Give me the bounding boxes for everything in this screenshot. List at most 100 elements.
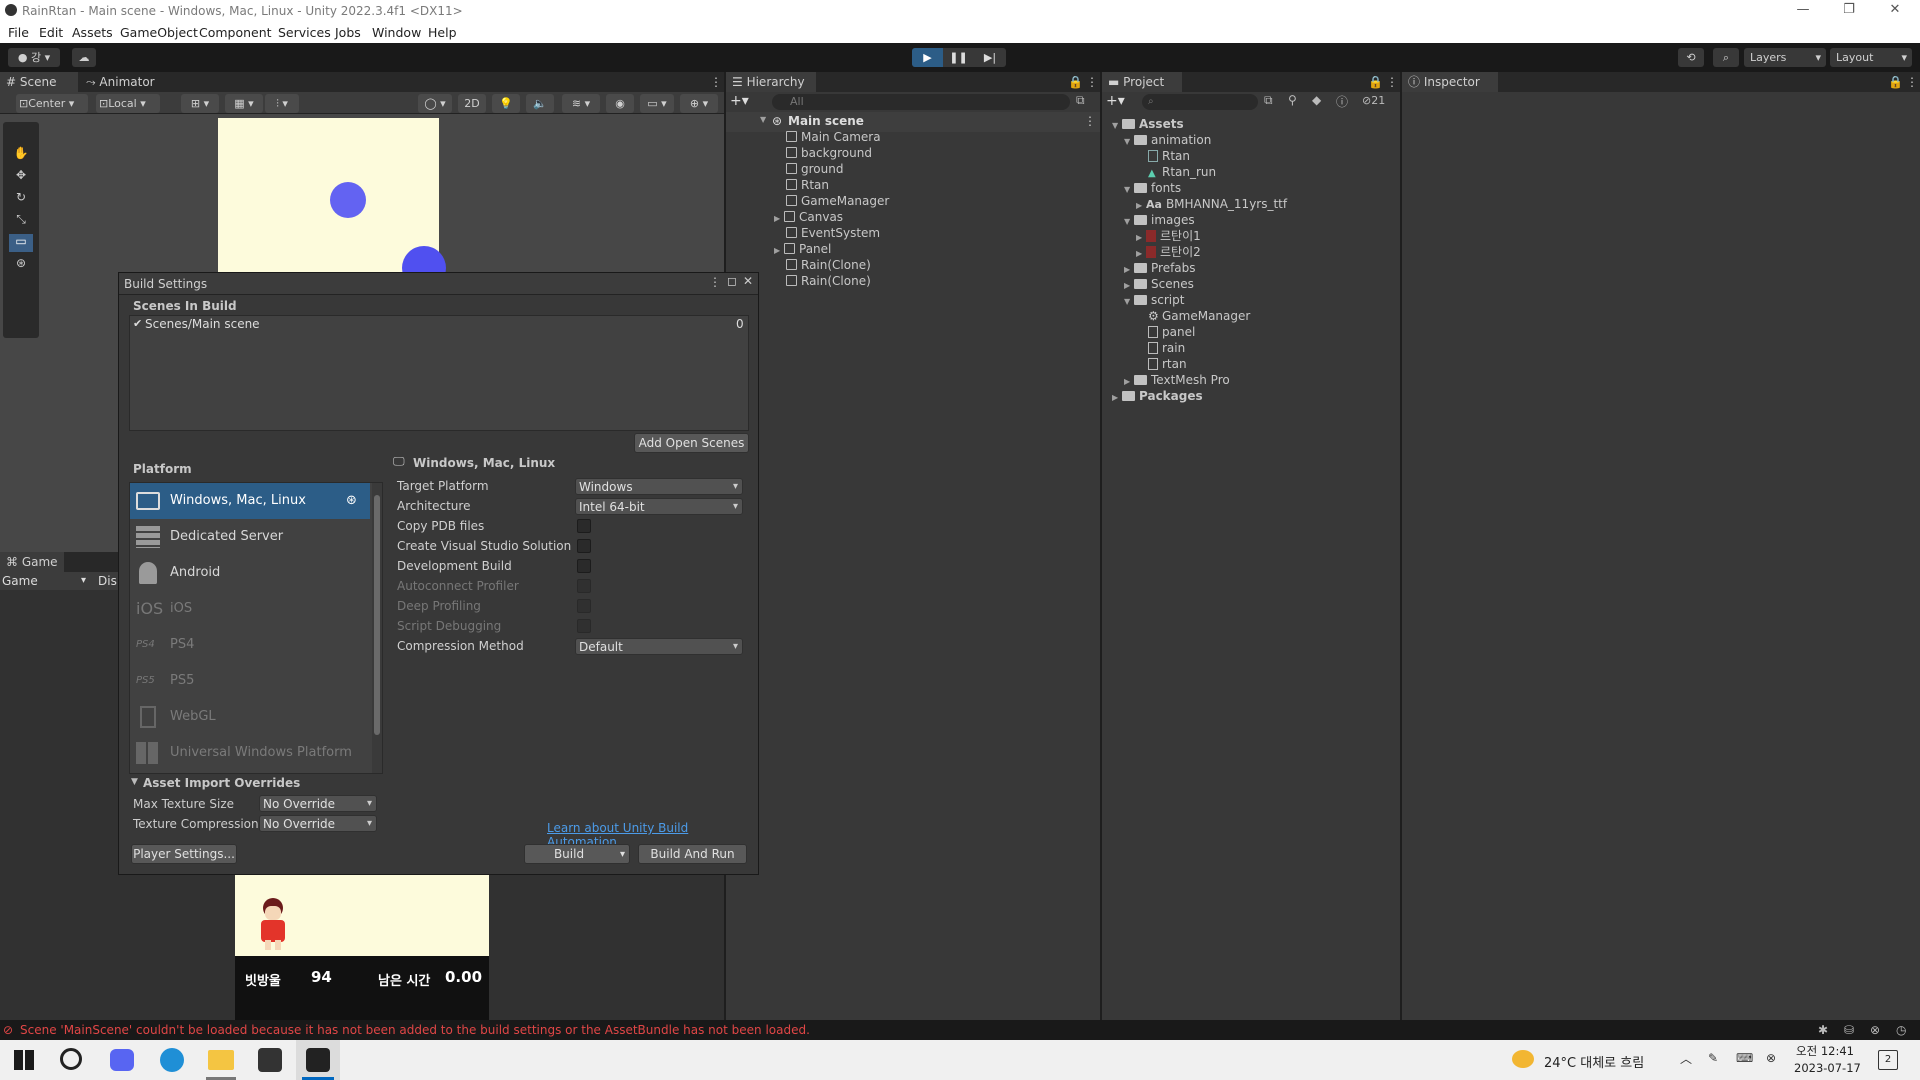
- tree-item[interactable]: Rtan: [1148, 148, 1190, 164]
- architecture-dropdown[interactable]: Intel 64-bit: [575, 498, 743, 515]
- platform-item-dedicated-server[interactable]: Dedicated Server: [130, 519, 370, 555]
- file-explorer-icon[interactable]: [208, 1050, 234, 1070]
- tree-item[interactable]: ▼ Assets: [1112, 116, 1184, 132]
- menu-component[interactable]: Component: [199, 22, 272, 43]
- chevron-up-icon[interactable]: ︿: [1680, 1050, 1692, 1067]
- lighting-status-icon[interactable]: ⊗: [1870, 1020, 1880, 1040]
- clock-date[interactable]: 2023-07-17: [1794, 1061, 1861, 1075]
- lock-icon[interactable]: 🔒: [1362, 72, 1383, 92]
- scene-visibility-icon[interactable]: ⧉: [1076, 93, 1092, 111]
- tab-hierarchy[interactable]: ☰ Hierarchy: [726, 72, 816, 92]
- tree-item[interactable]: ▼ images: [1124, 212, 1195, 228]
- camera-icon[interactable]: ▭ ▾: [640, 94, 674, 113]
- scale-tool-icon[interactable]: ⤡: [9, 212, 33, 230]
- hierarchy-item[interactable]: ▶ Panel: [774, 241, 831, 257]
- space-dropdown[interactable]: ⊡Local ▾: [96, 94, 160, 113]
- search-icon[interactable]: ⌕: [1713, 48, 1739, 67]
- search-by-type-icon[interactable]: ⧉: [1264, 93, 1280, 108]
- layout-dropdown[interactable]: Layout ▾: [1830, 48, 1912, 67]
- menu-assets[interactable]: Assets: [72, 22, 113, 43]
- menu-file[interactable]: File: [8, 22, 29, 43]
- tree-item[interactable]: ▶ 르탄이2: [1136, 244, 1201, 260]
- create-vs-checkbox[interactable]: [577, 539, 591, 553]
- restore-icon[interactable]: ❐: [1826, 0, 1872, 22]
- build-button[interactable]: Build ▾: [524, 844, 630, 864]
- tab-animator[interactable]: ⤳ Animator: [80, 72, 160, 92]
- tree-item[interactable]: ▲ Rtan_run: [1148, 164, 1216, 180]
- build-options-chevron-icon[interactable]: ▾: [620, 845, 625, 864]
- cloud-icon[interactable]: ☁: [72, 48, 96, 67]
- tab-game[interactable]: ⌘ Game: [0, 552, 64, 572]
- progress-icon[interactable]: ◷: [1896, 1020, 1906, 1040]
- hierarchy-search-input[interactable]: All: [772, 94, 1070, 110]
- info-icon[interactable]: ⓘ: [1336, 93, 1352, 110]
- pen-icon[interactable]: ✎: [1708, 1051, 1718, 1065]
- platform-item-webgl[interactable]: WebGL: [130, 699, 370, 735]
- grid-icon[interactable]: ▦ ▾: [225, 94, 263, 113]
- tree-item[interactable]: ⚙ GameManager: [1148, 308, 1250, 324]
- pause-icon[interactable]: ❚❚: [943, 48, 974, 67]
- hidden-objects-icon[interactable]: ◉: [606, 94, 634, 113]
- notification-icon[interactable]: 2: [1878, 1050, 1898, 1070]
- search-icon[interactable]: [60, 1048, 82, 1070]
- dev-build-checkbox[interactable]: [577, 559, 591, 573]
- scene-checkbox-icon[interactable]: ✔: [133, 317, 142, 330]
- menu-gameobject[interactable]: GameObject: [120, 22, 198, 43]
- rect-tool-icon[interactable]: ▭: [9, 234, 33, 252]
- lock-icon[interactable]: 🔒: [1882, 72, 1903, 92]
- edge-icon[interactable]: [160, 1048, 184, 1072]
- deep-profiling-checkbox[interactable]: [577, 599, 591, 613]
- menu-services[interactable]: Services: [278, 22, 331, 43]
- history-icon[interactable]: ⟲: [1678, 48, 1704, 67]
- tree-item[interactable]: rtan: [1148, 356, 1187, 372]
- compression-dropdown[interactable]: Default: [575, 638, 743, 655]
- script-debugging-checkbox[interactable]: [577, 619, 591, 633]
- platform-item-windows[interactable]: Windows, Mac, Linux ⊛: [130, 483, 370, 519]
- hierarchy-item[interactable]: Rtan: [786, 177, 829, 193]
- menu-help[interactable]: Help: [428, 22, 457, 43]
- audio-icon[interactable]: 🔈: [526, 94, 554, 113]
- tree-item[interactable]: rain: [1148, 340, 1185, 356]
- tree-item[interactable]: ▶ 르탄이1: [1136, 228, 1201, 244]
- max-texture-dropdown[interactable]: No Override: [259, 795, 377, 812]
- add-icon[interactable]: +▾: [1106, 93, 1132, 111]
- gizmos-icon[interactable]: ⊕ ▾: [680, 94, 718, 113]
- tab-scene[interactable]: # Scene: [0, 72, 78, 92]
- scene-row[interactable]: ✔ Scenes/Main scene 0: [130, 316, 748, 333]
- label-icon[interactable]: ◆: [1312, 93, 1328, 107]
- target-platform-dropdown[interactable]: Windows: [575, 478, 743, 495]
- discord-icon[interactable]: [110, 1049, 134, 1071]
- play-icon[interactable]: ▶: [912, 48, 943, 67]
- cache-icon[interactable]: ⛁: [1844, 1020, 1854, 1040]
- weather-text[interactable]: 24°C 대체로 흐림: [1544, 1052, 1644, 1071]
- tree-item[interactable]: ▼ script: [1124, 292, 1184, 308]
- toggle-2d-button[interactable]: 2D: [458, 94, 486, 113]
- autoconnect-checkbox[interactable]: [577, 579, 591, 593]
- menu-edit[interactable]: Edit: [39, 22, 63, 43]
- hidden-count[interactable]: ⊘21: [1362, 94, 1398, 107]
- menu-window[interactable]: Window: [372, 22, 421, 43]
- kebab-menu-icon[interactable]: ⋮: [704, 72, 722, 92]
- transform-tool-icon[interactable]: ⊛: [9, 256, 33, 274]
- network-icon[interactable]: ⊗: [1766, 1051, 1776, 1065]
- hand-tool-icon[interactable]: ✋: [9, 146, 33, 164]
- kebab-menu-icon[interactable]: ⋮: [1380, 72, 1398, 92]
- hierarchy-item[interactable]: Rain(Clone): [786, 257, 871, 273]
- platform-scrollbar[interactable]: [372, 483, 382, 773]
- tab-project[interactable]: ▬ Project: [1102, 72, 1182, 92]
- increment-snap-icon[interactable]: ⫶ ▾: [265, 94, 299, 113]
- layers-dropdown[interactable]: Layers ▾: [1744, 48, 1826, 67]
- maximize-icon[interactable]: ◻: [727, 274, 737, 288]
- account-button[interactable]: ● 강 ▾: [8, 48, 60, 67]
- filter-icon[interactable]: ⚲: [1288, 93, 1304, 107]
- hierarchy-item[interactable]: Main Camera: [786, 129, 881, 145]
- foldout-arrow-icon[interactable]: ▼: [131, 777, 138, 787]
- menu-jobs[interactable]: Jobs: [335, 22, 361, 43]
- scrollbar-thumb[interactable]: [374, 495, 380, 735]
- console-status-bar[interactable]: ⊘ Scene 'MainScene' couldn't be loaded b…: [0, 1020, 1920, 1040]
- hierarchy-item[interactable]: ground: [786, 161, 843, 177]
- tree-item[interactable]: ▼ fonts: [1124, 180, 1181, 196]
- lighting-icon[interactable]: 💡: [492, 94, 520, 113]
- step-icon[interactable]: ▶|: [974, 48, 1006, 67]
- kebab-menu-icon[interactable]: ⋮: [1080, 72, 1098, 92]
